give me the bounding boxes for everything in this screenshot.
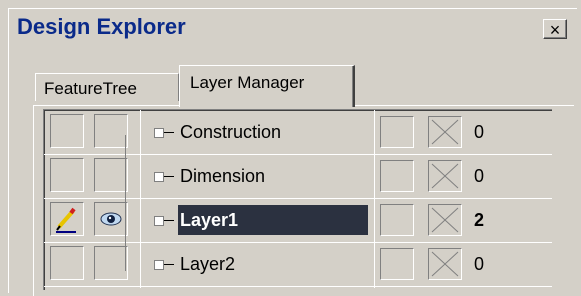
- tree-connector: [164, 132, 174, 133]
- tree-node-icon: [154, 216, 164, 226]
- tree-connector: [164, 176, 174, 177]
- tree-node-icon: [154, 128, 164, 138]
- layer-row-layer2[interactable]: Layer2 0: [44, 242, 552, 287]
- visibility-toggle[interactable]: [94, 202, 128, 236]
- x-box-icon[interactable]: [428, 116, 462, 148]
- layer-color-box[interactable]: [380, 204, 414, 236]
- layer-row-construction[interactable]: Construction 0: [44, 110, 552, 155]
- window-title: Design Explorer: [17, 14, 186, 39]
- layer-name[interactable]: Dimension: [178, 161, 267, 191]
- design-explorer-panel: Design Explorer × FeatureTree Layer Mana…: [8, 8, 577, 296]
- object-count: 0: [474, 254, 485, 274]
- layer-name[interactable]: Layer2: [178, 249, 237, 279]
- x-box-icon[interactable]: [428, 160, 462, 192]
- object-count: 0: [474, 166, 485, 186]
- layer-name[interactable]: Layer1: [178, 205, 368, 235]
- eye-icon: [100, 212, 122, 226]
- layer-color-box[interactable]: [380, 248, 414, 280]
- edit-toggle[interactable]: [50, 114, 84, 148]
- x-box-icon[interactable]: [428, 204, 462, 236]
- tree-connector: [164, 220, 174, 221]
- tree-connector: [164, 264, 174, 265]
- edit-toggle[interactable]: [50, 246, 84, 280]
- layer-color-box[interactable]: [380, 116, 414, 148]
- layer-list: Construction 0 Dimension 0 Layer1 2 Laye…: [43, 109, 552, 290]
- visibility-toggle[interactable]: [94, 158, 128, 192]
- tree-node-icon: [154, 172, 164, 182]
- x-box-icon[interactable]: [428, 248, 462, 280]
- layer-name[interactable]: Construction: [178, 117, 283, 147]
- close-button[interactable]: ×: [543, 19, 567, 40]
- title-bar: Design Explorer ×: [9, 9, 577, 45]
- pencil-icon: [56, 207, 76, 233]
- tree-line: [125, 135, 126, 271]
- object-count: 0: [474, 122, 485, 142]
- tab-layer-manager[interactable]: Layer Manager: [179, 65, 355, 107]
- tab-featuretree[interactable]: FeatureTree: [35, 73, 179, 101]
- layer-color-box[interactable]: [380, 160, 414, 192]
- object-count: 2: [474, 210, 485, 230]
- edit-toggle[interactable]: [50, 158, 84, 192]
- tree-node-icon: [154, 260, 164, 270]
- visibility-toggle[interactable]: [94, 246, 128, 280]
- layer-row-layer1[interactable]: Layer1 2: [44, 198, 552, 243]
- layer-row-dimension[interactable]: Dimension 0: [44, 154, 552, 199]
- visibility-toggle[interactable]: [94, 114, 128, 148]
- edit-toggle[interactable]: [50, 202, 84, 236]
